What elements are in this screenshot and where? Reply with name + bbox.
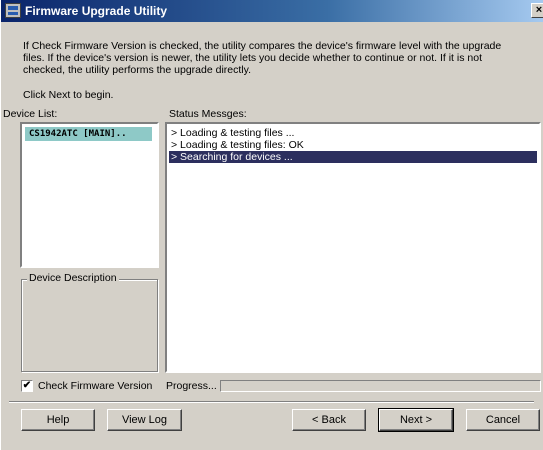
status-message: > Loading & testing files: OK (171, 139, 304, 151)
check-mark-icon: ✔ (22, 380, 32, 391)
click-next-text: Click Next to begin. (23, 89, 114, 101)
progress-bar (220, 380, 541, 392)
cancel-button[interactable]: Cancel (466, 409, 540, 431)
window-title: Firmware Upgrade Utility (25, 4, 168, 18)
device-list[interactable]: CS1942ATC [MAIN].. (20, 122, 159, 268)
next-button[interactable]: Next > (378, 408, 454, 432)
status-message-selected: > Searching for devices ... (169, 151, 537, 163)
progress-label: Progress... (166, 380, 217, 392)
title-bar[interactable]: Firmware Upgrade Utility × (1, 0, 543, 22)
device-list-item[interactable]: CS1942ATC [MAIN].. (25, 127, 152, 141)
device-list-label: Device List: (3, 108, 58, 120)
status-message: > Loading & testing files ... (171, 127, 295, 139)
close-button[interactable]: × (531, 3, 543, 18)
status-messages-label: Status Messges: (169, 108, 247, 120)
device-description-label: Device Description (27, 272, 119, 284)
intro-text: If Check Firmware Version is checked, th… (23, 40, 502, 76)
check-firmware-label[interactable]: Check Firmware Version (38, 380, 152, 392)
app-icon (5, 3, 21, 18)
back-button[interactable]: < Back (292, 409, 366, 431)
check-firmware-checkbox[interactable]: ✔ (21, 380, 33, 392)
device-description-group (21, 279, 158, 372)
view-log-button[interactable]: View Log (107, 409, 182, 431)
status-messages-box[interactable]: > Loading & testing files ... > Loading … (165, 122, 541, 373)
separator (9, 401, 534, 403)
firmware-upgrade-window: Firmware Upgrade Utility × If Check Firm… (0, 0, 543, 450)
help-button[interactable]: Help (21, 409, 95, 431)
